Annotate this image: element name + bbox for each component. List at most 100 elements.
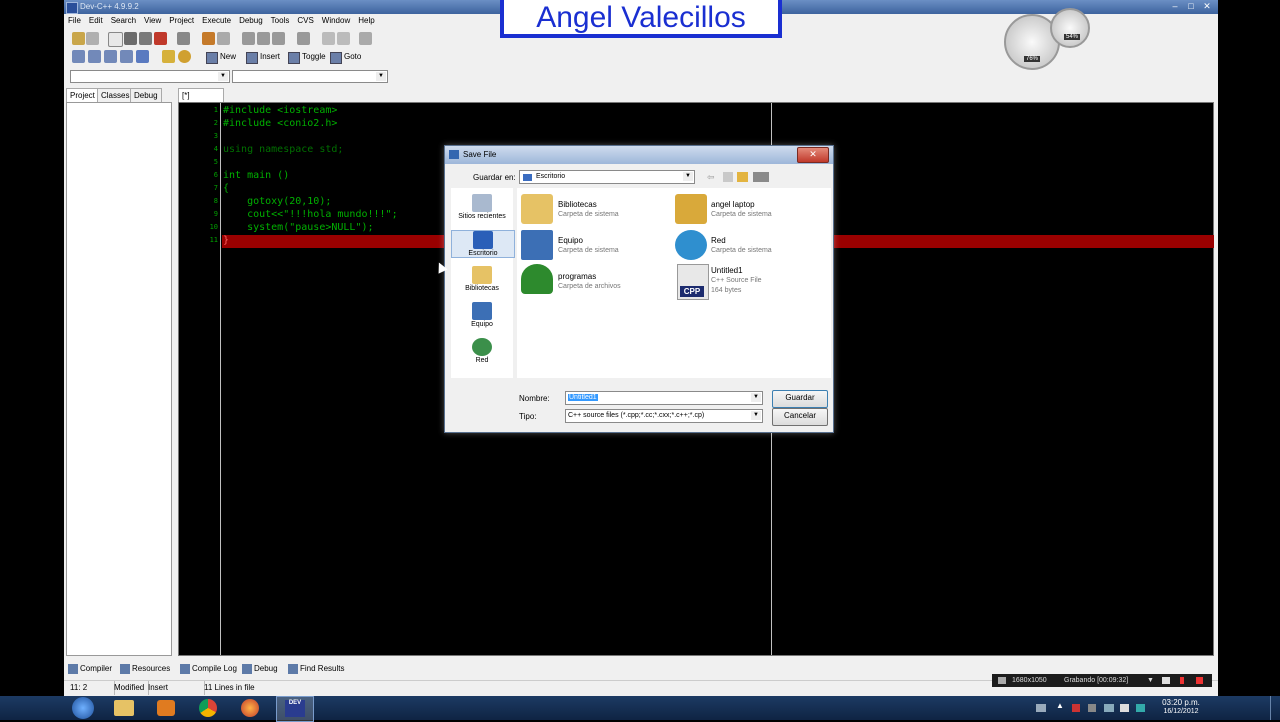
file-item-name[interactable]: Untitled1: [711, 266, 743, 275]
cancel-button[interactable]: Cancelar: [772, 408, 828, 426]
menu-view[interactable]: View: [140, 14, 165, 28]
new-file-icon[interactable]: [108, 32, 123, 47]
taskbar-firefox[interactable]: [232, 696, 268, 720]
compiler-icon: [68, 664, 78, 674]
menu-tools[interactable]: Tools: [267, 14, 294, 28]
tray-app-icon[interactable]: [1088, 704, 1096, 712]
menu-window[interactable]: Window: [318, 14, 354, 28]
tab-compile-log[interactable]: Compile Log: [178, 662, 237, 676]
minimize-icon[interactable]: –: [1168, 1, 1182, 12]
insert-button[interactable]: Insert: [246, 50, 280, 64]
goto-line-icon[interactable]: [297, 32, 310, 45]
camera-icon[interactable]: [1162, 677, 1170, 684]
pause-icon[interactable]: [1180, 677, 1184, 684]
signal-icon[interactable]: [1104, 704, 1114, 712]
file-item-name[interactable]: Bibliotecas: [558, 200, 597, 209]
undo-icon[interactable]: [202, 32, 215, 45]
save-icon[interactable]: [124, 32, 137, 45]
place-network[interactable]: Red: [451, 338, 513, 364]
filename-input[interactable]: Untitled1 ▼: [565, 391, 763, 405]
check-icon[interactable]: [136, 50, 149, 63]
save-in-combo[interactable]: Escritorio ▼: [519, 170, 695, 184]
code-line: {: [223, 183, 230, 194]
menu-help[interactable]: Help: [354, 14, 378, 28]
rebuild-icon[interactable]: [120, 50, 133, 63]
menu-edit[interactable]: Edit: [85, 14, 107, 28]
compile-run-icon[interactable]: [104, 50, 117, 63]
help-icon[interactable]: [162, 50, 175, 63]
save-file-dialog: Save File ✕ Guardar en: Escritorio ▼ ⇦ S…: [444, 145, 834, 433]
tab-find-results[interactable]: Find Results: [286, 662, 344, 676]
start-button[interactable]: [66, 696, 102, 720]
clock-date[interactable]: 16/12/2012: [1156, 708, 1206, 715]
place-libraries[interactable]: Bibliotecas: [451, 266, 513, 292]
find-next-icon[interactable]: [272, 32, 285, 45]
new-folder-icon[interactable]: [737, 172, 748, 182]
recorder-dropdown-icon[interactable]: ▼: [1147, 674, 1154, 687]
show-desktop-button[interactable]: [1270, 696, 1279, 720]
open-icon[interactable]: [86, 32, 99, 45]
taskbar-explorer[interactable]: [106, 696, 142, 720]
replace-icon[interactable]: [257, 32, 270, 45]
dialog-title-bar[interactable]: Save File ✕: [445, 146, 833, 164]
find-icon[interactable]: [242, 32, 255, 45]
project-panel[interactable]: [66, 102, 172, 656]
up-folder-icon[interactable]: [723, 172, 733, 182]
save-all-icon[interactable]: [139, 32, 152, 45]
line-number: 8: [213, 197, 218, 205]
volume-icon[interactable]: [1120, 704, 1129, 712]
file-type-select[interactable]: C++ source files (*.cpp;*.cc;*.cxx;*.c++…: [565, 409, 763, 423]
save-button[interactable]: Guardar: [772, 390, 828, 408]
menu-debug[interactable]: Debug: [235, 14, 267, 28]
bookmark-icon[interactable]: [359, 32, 372, 45]
stop-icon[interactable]: [1196, 677, 1203, 684]
show-hidden-icons-icon[interactable]: ▲: [1056, 701, 1064, 710]
goto-button[interactable]: Goto: [330, 50, 361, 64]
tab-compiler[interactable]: Compiler: [66, 662, 112, 676]
tab-debug-output[interactable]: Debug: [240, 662, 278, 676]
toggle-button[interactable]: Toggle: [288, 50, 326, 64]
taskbar-media-player[interactable]: [148, 696, 184, 720]
menu-cvs[interactable]: CVS: [293, 14, 317, 28]
new-project-icon[interactable]: [72, 32, 85, 45]
view-menu-icon[interactable]: [753, 172, 769, 182]
place-desktop[interactable]: Escritorio: [451, 230, 515, 258]
menu-project[interactable]: Project: [165, 14, 198, 28]
tray-flag-icon[interactable]: [1072, 704, 1080, 712]
about-icon[interactable]: [178, 50, 191, 63]
place-recent[interactable]: Sitios recientes: [451, 194, 513, 220]
close-file-icon[interactable]: [154, 32, 167, 45]
lines-info: 11 Lines in file: [204, 683, 255, 692]
back-icon[interactable]: [322, 32, 335, 45]
run-icon[interactable]: [88, 50, 101, 63]
network-tray-icon[interactable]: [1136, 704, 1145, 712]
file-item-name[interactable]: programas: [558, 272, 596, 281]
menu-file[interactable]: File: [64, 14, 85, 28]
places-bar: Sitios recientes Escritorio Bibliotecas …: [451, 188, 515, 378]
file-item-name[interactable]: Red: [711, 236, 726, 245]
keyboard-icon[interactable]: [1036, 704, 1046, 712]
menu-search[interactable]: Search: [107, 14, 140, 28]
taskbar-devcpp[interactable]: DEV: [276, 696, 314, 722]
file-list[interactable]: Bibliotecas Carpeta de sistema angel lap…: [517, 188, 831, 378]
print-icon[interactable]: [177, 32, 190, 45]
taskbar-chrome[interactable]: [190, 696, 226, 720]
menu-execute[interactable]: Execute: [198, 14, 235, 28]
tab-resources[interactable]: Resources: [118, 662, 170, 676]
close-icon[interactable]: ✕: [1200, 1, 1214, 12]
forward-icon[interactable]: [337, 32, 350, 45]
dialog-close-button[interactable]: ✕: [797, 147, 829, 163]
editor-tab[interactable]: [*] Untitled1: [178, 88, 224, 114]
compile-icon[interactable]: [72, 50, 85, 63]
class-combo[interactable]: ▼: [70, 70, 230, 83]
place-computer[interactable]: Equipo: [451, 302, 513, 328]
member-combo[interactable]: ▼: [232, 70, 388, 83]
clock-time[interactable]: 03:20 p.m.: [1156, 698, 1206, 707]
back-arrow-icon[interactable]: ⇦: [707, 172, 715, 183]
redo-icon[interactable]: [217, 32, 230, 45]
save-in-label: Guardar en:: [473, 173, 516, 182]
file-item-name[interactable]: angel laptop: [711, 200, 755, 209]
new-button[interactable]: New: [206, 50, 236, 64]
file-item-name[interactable]: Equipo: [558, 236, 583, 245]
maximize-icon[interactable]: □: [1184, 1, 1198, 12]
